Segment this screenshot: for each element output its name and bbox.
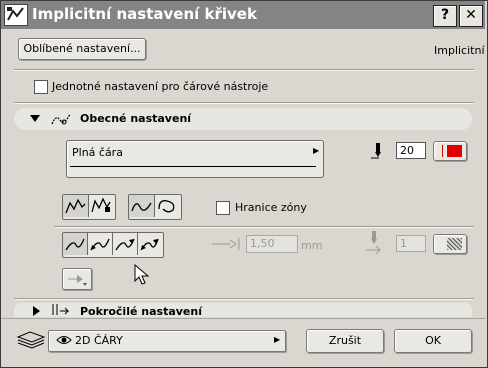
separator bbox=[54, 226, 474, 228]
no-arrow-button[interactable] bbox=[63, 233, 88, 255]
popup-arrow-icon: ▶ bbox=[274, 335, 281, 344]
pen-color-button[interactable] bbox=[433, 141, 467, 161]
eye-icon bbox=[56, 334, 72, 349]
separator bbox=[14, 102, 474, 104]
pen-number-field[interactable]: 20 bbox=[396, 142, 426, 159]
arrow-size-unit: mm bbox=[301, 239, 323, 252]
arrow-pen-color-button[interactable] bbox=[433, 234, 467, 254]
arrow-size-field[interactable]: 1,50 bbox=[246, 235, 298, 253]
line-type-label: Plná čára bbox=[72, 146, 123, 159]
help-button[interactable]: ? bbox=[433, 5, 457, 27]
arrow-pen-swatch bbox=[447, 238, 462, 250]
favorites-button[interactable]: Oblíbené nastavení... bbox=[18, 38, 146, 60]
arrow-size-icon bbox=[210, 236, 242, 255]
arrow-pen-field[interactable]: 1 bbox=[396, 235, 426, 252]
arrow-end-button[interactable] bbox=[113, 233, 138, 255]
open-curve-button[interactable] bbox=[63, 195, 89, 217]
ok-button[interactable]: OK bbox=[394, 329, 472, 353]
line-type-preview bbox=[70, 166, 316, 167]
layers-icon bbox=[16, 329, 46, 352]
pen-color-swatch bbox=[447, 145, 462, 157]
uniform-settings-label: Jednotné nastavení pro čárové nástroje bbox=[52, 80, 269, 93]
app-icon bbox=[4, 4, 28, 26]
zone-boundary-label: Hranice zóny bbox=[235, 201, 307, 214]
arrow-pen-icon bbox=[364, 230, 386, 259]
mouse-cursor-icon bbox=[134, 263, 150, 289]
mode-label: Implicitní bbox=[434, 44, 485, 57]
window-title: Implicitní nastavení křivek bbox=[32, 5, 257, 23]
cancel-button[interactable]: Zrušit bbox=[306, 329, 384, 353]
separator bbox=[14, 69, 474, 71]
uniform-settings-checkbox[interactable] bbox=[34, 80, 48, 94]
general-section-title: Obecné nastavení bbox=[80, 112, 192, 125]
collapse-triangle-icon[interactable] bbox=[30, 113, 40, 126]
general-settings-icon bbox=[50, 110, 72, 131]
layer-name-label: 2D ČÁRY bbox=[75, 334, 123, 347]
arrow-both-button[interactable] bbox=[138, 233, 161, 255]
zone-boundary-checkbox[interactable] bbox=[216, 201, 230, 215]
closed-curve-button[interactable] bbox=[89, 195, 114, 217]
arrow-start-button[interactable] bbox=[88, 233, 113, 255]
close-button[interactable]: ✕ bbox=[459, 5, 483, 27]
popup-arrow-icon: ▶ bbox=[313, 146, 320, 155]
separator bbox=[14, 298, 474, 300]
pen-color-tick bbox=[442, 145, 443, 157]
freehand-curve-button[interactable] bbox=[155, 195, 180, 217]
pen-icon bbox=[370, 142, 386, 163]
spline-curve-button[interactable] bbox=[129, 195, 155, 217]
advanced-section-title: Pokročilé nastavení bbox=[80, 305, 202, 318]
arrowhead-type-button[interactable] bbox=[62, 268, 92, 290]
